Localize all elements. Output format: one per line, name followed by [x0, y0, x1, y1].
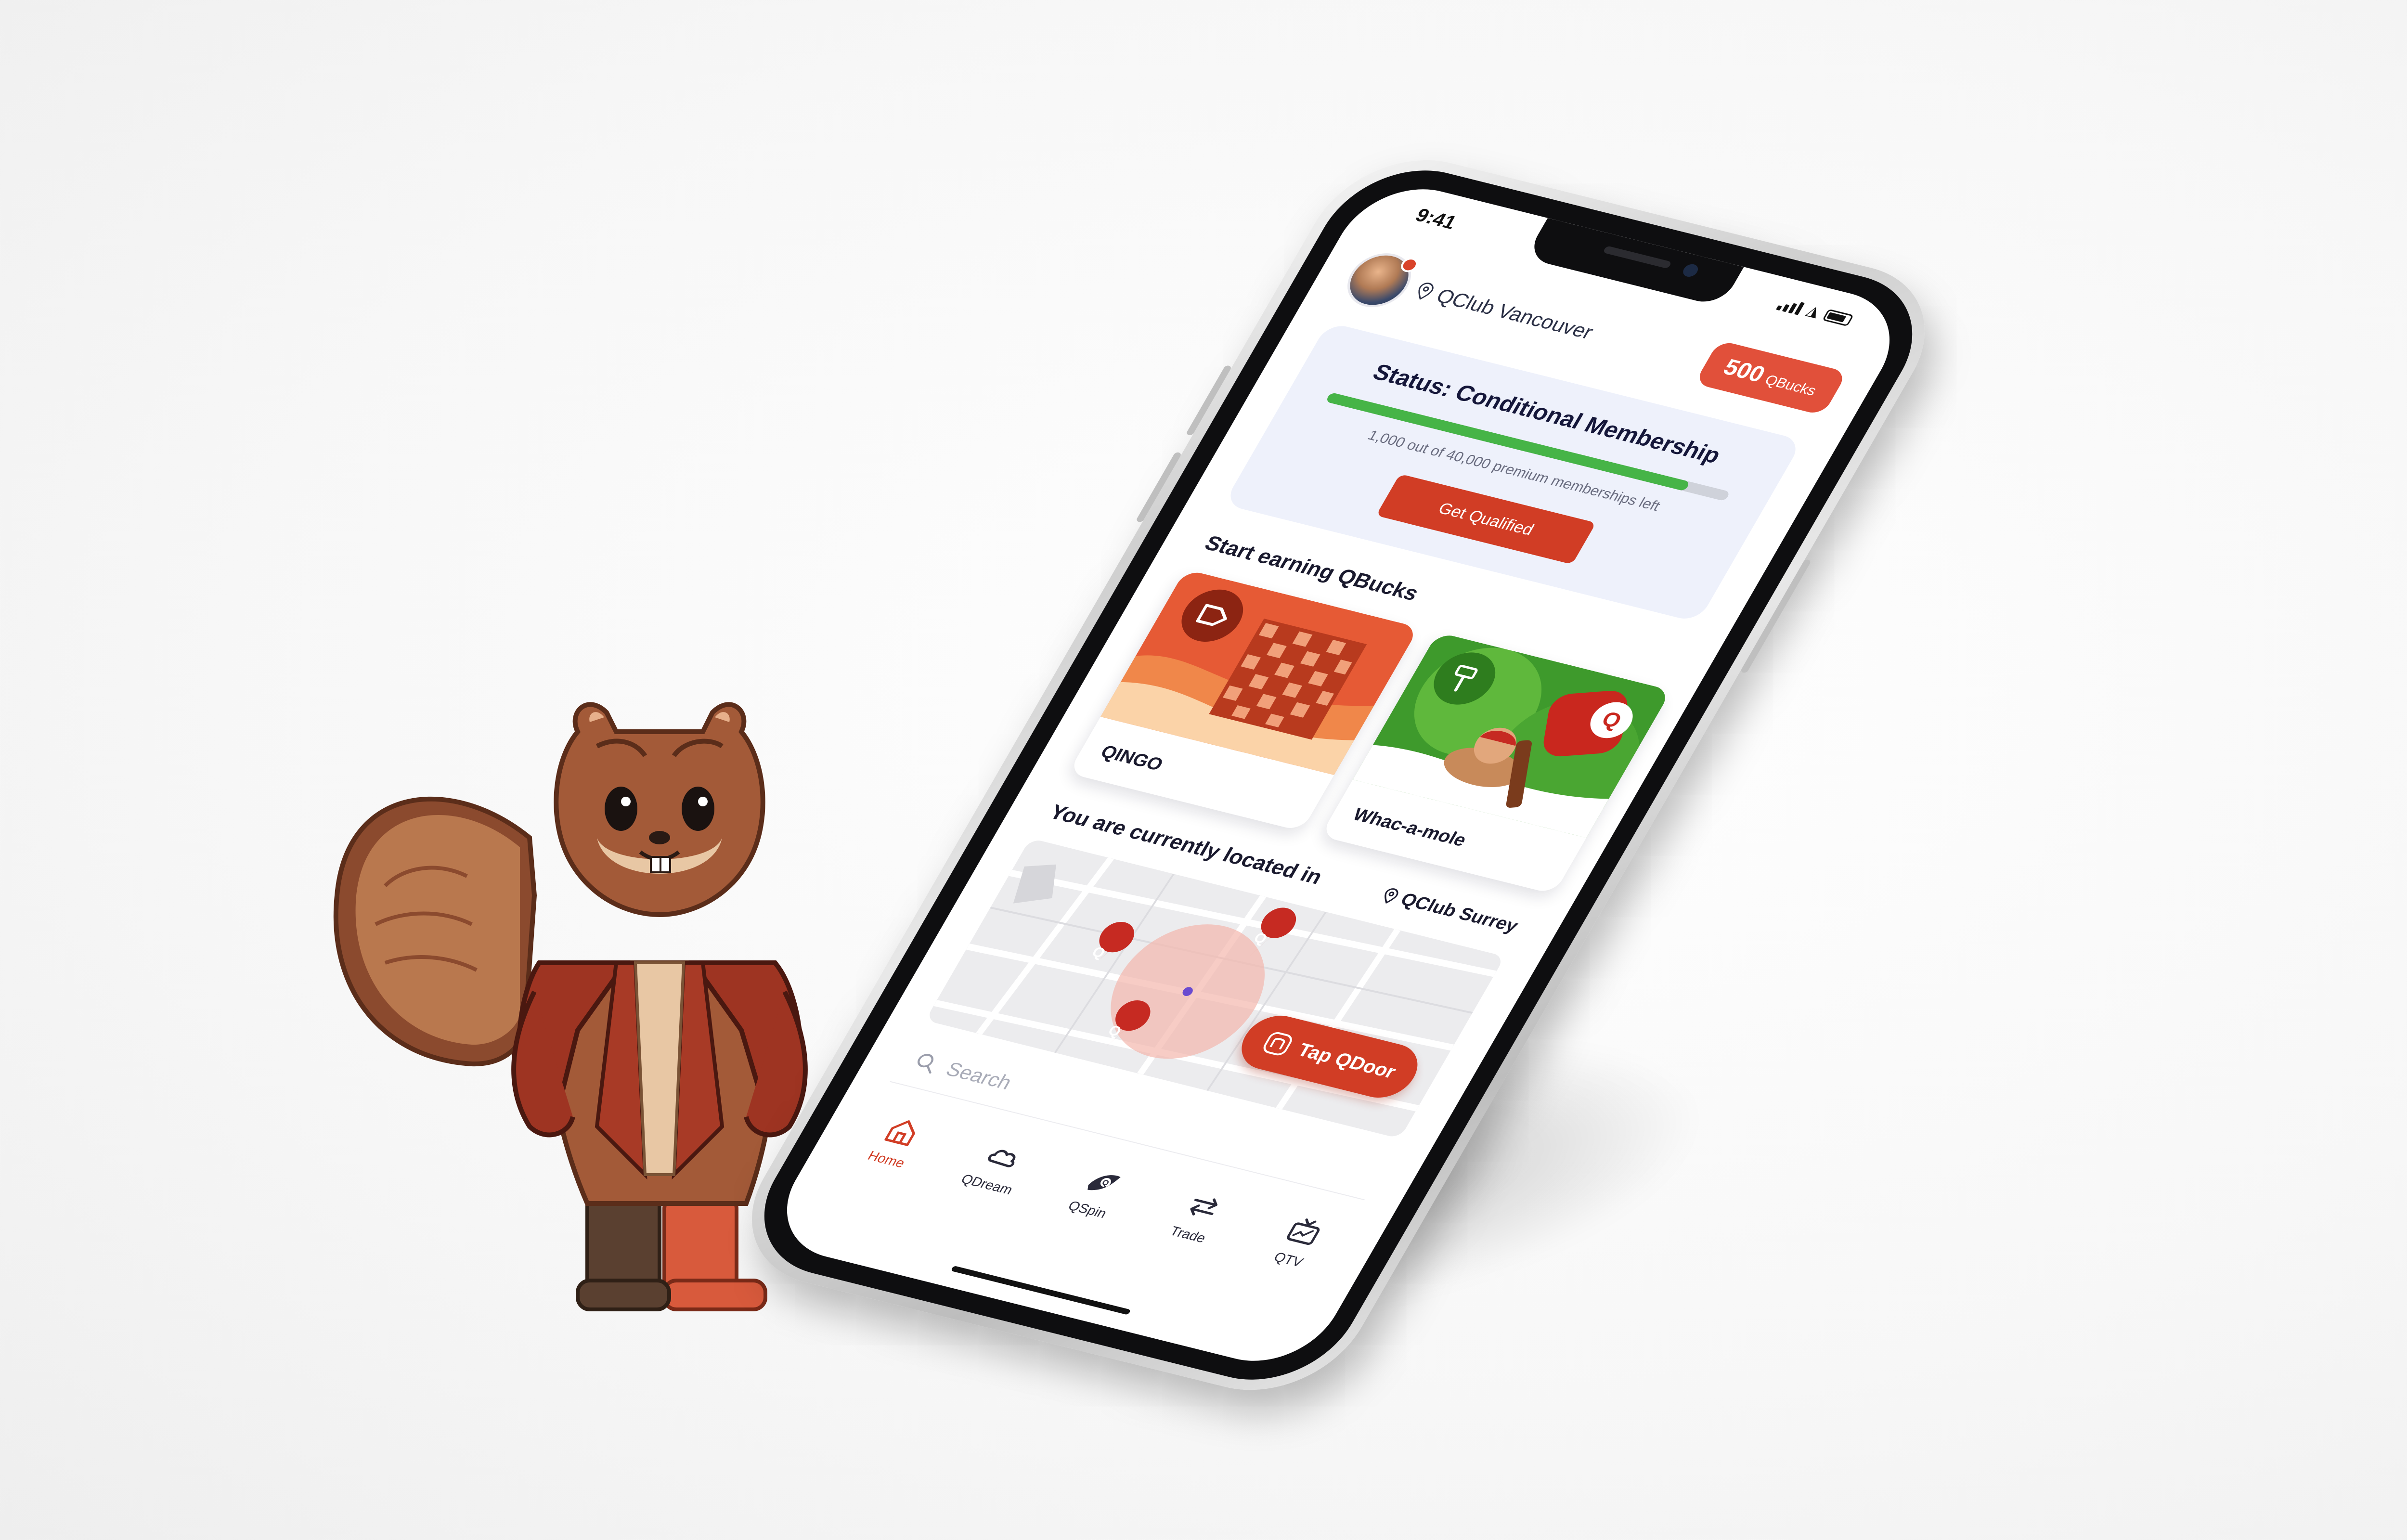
- game-label-whac-a-mole: Whac-a-mole: [1349, 804, 1470, 851]
- nav-label-qtv: QTV: [1271, 1249, 1306, 1270]
- signal-icon: [1775, 297, 1805, 315]
- status-time: 9:41: [1411, 205, 1461, 233]
- phone-bezel: 9:41 ◮ QClub Vancouver 500 QBucks Status…: [732, 153, 1945, 1397]
- search-icon: [917, 1054, 934, 1074]
- tv-icon: [1287, 1218, 1320, 1245]
- nav-label-trade: Trade: [1167, 1223, 1209, 1246]
- qingo-artwork: [1100, 569, 1420, 775]
- qdoor-icon: [1263, 1032, 1292, 1056]
- nav-label-qdream: QDream: [958, 1171, 1016, 1197]
- speaker: [1602, 246, 1672, 269]
- game-label-qingo: QINGO: [1097, 741, 1167, 775]
- status-icons: ◮: [1775, 297, 1854, 327]
- location-selector[interactable]: QClub Vancouver: [1411, 279, 1598, 344]
- home-icon: [884, 1120, 915, 1146]
- swap-icon: [1190, 1198, 1218, 1216]
- nav-label-home: Home: [865, 1148, 908, 1171]
- qbucks-balance-button[interactable]: 500 QBucks: [1694, 340, 1848, 416]
- spin-icon: Q: [1087, 1175, 1121, 1191]
- app-screen: 9:41 ◮ QClub Vancouver 500 QBucks Status…: [761, 175, 1916, 1375]
- location-label: QClub Vancouver: [1432, 284, 1598, 343]
- avatar[interactable]: [1336, 247, 1423, 313]
- location-pin-icon: [1385, 888, 1398, 904]
- whac-a-mole-artwork: Q: [1353, 632, 1672, 838]
- current-club-label: QClub Surrey: [1397, 889, 1522, 936]
- cloud-icon: [988, 1150, 1016, 1167]
- nav-label-qspin: QSpin: [1065, 1198, 1110, 1221]
- location-pin-icon: [1418, 283, 1434, 300]
- front-camera: [1680, 262, 1701, 278]
- stage: 9:41 ◮ QClub Vancouver 500 QBucks Status…: [0, 0, 2407, 1540]
- battery-icon: [1822, 309, 1854, 327]
- tap-qdoor-label: Tap QDoor: [1294, 1039, 1400, 1082]
- wifi-icon: ◮: [1804, 303, 1824, 320]
- current-club[interactable]: QClub Surrey: [1378, 885, 1522, 937]
- phone-body: 9:41 ◮ QClub Vancouver 500 QBucks Status…: [716, 141, 1960, 1410]
